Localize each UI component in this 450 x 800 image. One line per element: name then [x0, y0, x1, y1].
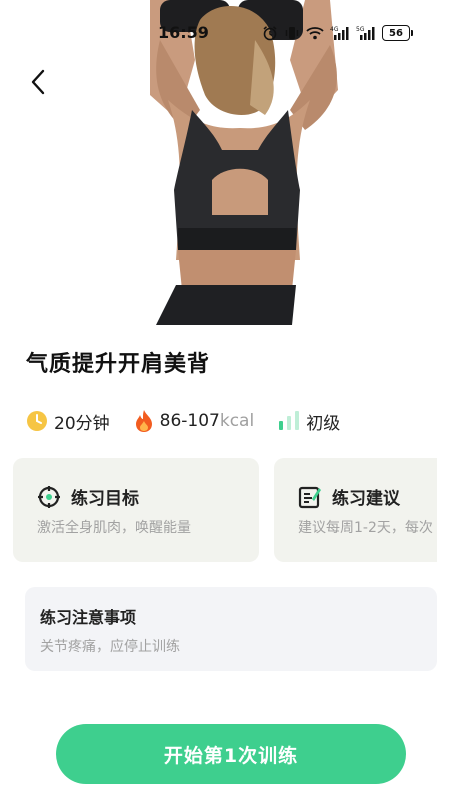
level-bars-icon: [278, 411, 300, 431]
advice-card-title: 练习建议: [332, 489, 400, 509]
back-button[interactable]: [22, 66, 54, 98]
level-text: 初级: [306, 413, 341, 434]
clock-icon: [26, 410, 48, 432]
advice-card[interactable]: 练习建议 建议每周1-2天，每次: [274, 458, 437, 562]
advice-card-desc: 建议每周1-2天，每次: [298, 520, 433, 536]
precautions-title: 练习注意事项: [40, 608, 137, 627]
svg-text:5G: 5G: [356, 26, 365, 33]
advice-card-header: 练习建议: [298, 484, 400, 509]
workout-stats: 20分钟 86-107 kcal 初级: [26, 408, 364, 434]
wifi-icon: [306, 25, 324, 41]
chevron-left-icon: [31, 69, 45, 95]
goal-card-desc: 激活全身肌肉，唤醒能量: [37, 520, 191, 536]
calories-value: 86-107: [159, 411, 220, 431]
alarm-icon: [262, 25, 278, 41]
calories-stat: 86-107 kcal: [134, 409, 255, 433]
5g-signal-icon: 5G: [356, 25, 376, 41]
info-cards[interactable]: 练习目标 激活全身肌肉，唤醒能量 练习建议 建议每周1-2天，每次: [13, 458, 437, 562]
duration-stat: 20分钟: [26, 409, 110, 434]
target-icon: [37, 485, 61, 509]
precautions-card[interactable]: 练习注意事项 关节疼痛，应停止训练: [25, 587, 437, 671]
edit-list-icon: [298, 485, 322, 509]
goal-card[interactable]: 练习目标 激活全身肌肉，唤醒能量: [13, 458, 259, 562]
battery-icon: 56: [382, 25, 413, 41]
level-stat: 初级: [278, 409, 340, 434]
calories-unit: kcal: [219, 411, 255, 431]
status-time: 16:59: [158, 23, 209, 42]
svg-text:4G: 4G: [330, 26, 339, 33]
fire-icon: [134, 409, 154, 433]
status-icons: 4G 5G 56: [262, 23, 413, 43]
workout-title: 气质提升开肩美背: [26, 352, 211, 377]
workout-photo: [150, 0, 338, 325]
4g-signal-icon: 4G: [330, 25, 350, 41]
precautions-desc: 关节疼痛，应停止训练: [40, 639, 180, 655]
goal-card-header: 练习目标: [37, 484, 139, 509]
hero-image: [0, 0, 450, 325]
vibrate-icon: [284, 25, 300, 41]
duration-text: 20分钟: [54, 413, 110, 434]
goal-card-title: 练习目标: [71, 489, 139, 509]
start-training-button[interactable]: 开始第1次训练: [56, 724, 406, 784]
status-bar: 16:59 4G 5G 56: [0, 20, 450, 46]
